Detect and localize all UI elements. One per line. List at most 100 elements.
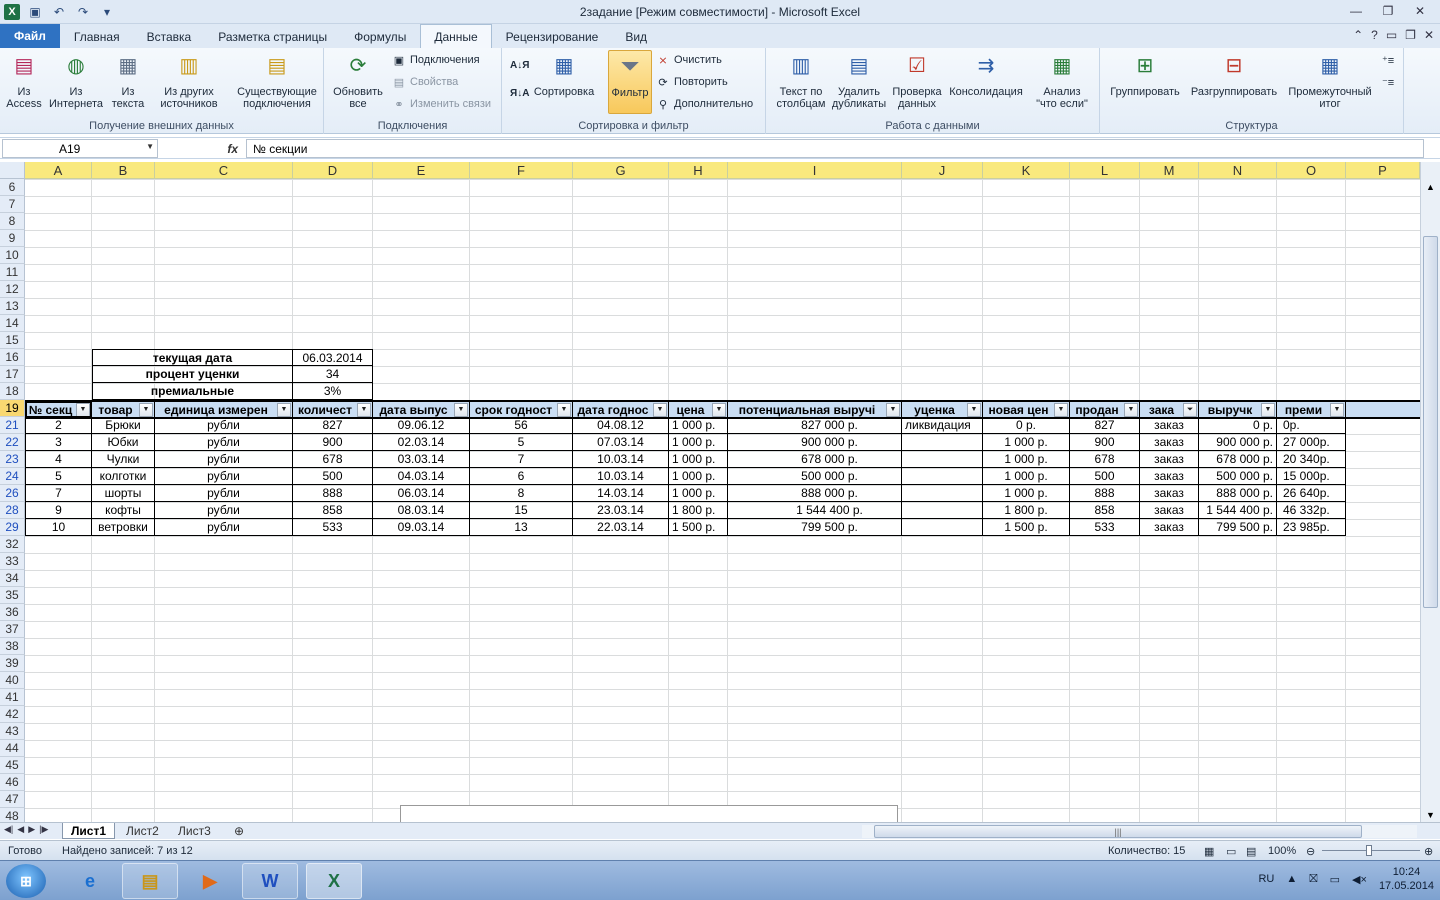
row-header[interactable]: 18 (0, 383, 25, 400)
table-cell[interactable]: 10.03.14 (573, 468, 669, 485)
table-cell[interactable]: 09.06.12 (373, 417, 470, 434)
param-value[interactable]: 3% (293, 383, 373, 400)
close-button[interactable]: ✕ (1406, 2, 1434, 20)
filter-dropdown-icon[interactable]: ▼ (1330, 402, 1344, 417)
scroll-down-icon[interactable]: ▼ (1426, 810, 1435, 820)
table-cell[interactable]: заказ (1140, 519, 1199, 536)
subtotal-button[interactable]: ▦ Промежуточный итог (1284, 50, 1376, 110)
table-cell[interactable]: 1 000 р. (983, 485, 1070, 502)
sheet-tab-2[interactable]: Лист2 (118, 823, 167, 839)
table-cell[interactable]: 07.03.14 (573, 434, 669, 451)
table-cell[interactable]: 678 000 р. (728, 451, 902, 468)
table-cell[interactable]: кофты (92, 502, 155, 519)
param-label[interactable]: премиальные (92, 383, 293, 400)
row-header[interactable]: 7 (0, 196, 25, 213)
column-header[interactable]: K (983, 162, 1070, 179)
tab-review[interactable]: Рецензирование (493, 25, 612, 48)
row-header[interactable]: 8 (0, 213, 25, 230)
table-header-cell[interactable]: выручк ▼ (1199, 402, 1277, 417)
row-header[interactable]: 29 (0, 519, 25, 536)
table-cell[interactable]: колготки (92, 468, 155, 485)
from-text-button[interactable]: ▦ Из текста (106, 50, 150, 110)
remove-duplicates-button[interactable]: ▤ Удалить дубликаты (828, 50, 890, 110)
table-cell[interactable]: 1 000 р. (669, 451, 728, 468)
table-cell[interactable]: 15 (470, 502, 573, 519)
param-label[interactable]: текущая дата (92, 349, 293, 366)
table-cell[interactable]: 08.03.14 (373, 502, 470, 519)
table-cell[interactable]: 3 (25, 434, 92, 451)
table-header-cell[interactable]: дата годнос ▼ (573, 402, 669, 417)
table-cell[interactable]: рубли (155, 485, 293, 502)
table-cell[interactable]: 5 (25, 468, 92, 485)
doc-close-icon[interactable]: ✕ (1424, 28, 1434, 42)
word-icon[interactable]: W (242, 863, 298, 899)
row-header[interactable]: 16 (0, 349, 25, 366)
table-cell[interactable]: 678 (293, 451, 373, 468)
table-cell[interactable]: ветровки (92, 519, 155, 536)
filter-dropdown-icon[interactable]: ▼ (653, 402, 667, 417)
last-sheet-icon[interactable]: |▶ (39, 824, 48, 835)
row-header[interactable]: 6 (0, 179, 25, 196)
filter-active-icon[interactable]: ⏷ (1183, 402, 1197, 417)
network-icon[interactable]: ⛝ (1309, 873, 1317, 886)
name-box[interactable]: A19 ▼ (2, 139, 158, 158)
filter-dropdown-icon[interactable]: ▼ (357, 402, 371, 417)
table-cell[interactable]: 26 640р. (1277, 485, 1346, 502)
tab-page-layout[interactable]: Разметка страницы (205, 25, 340, 48)
excel-taskbar-icon[interactable]: X (306, 863, 362, 899)
prev-sheet-icon[interactable]: ◀ (17, 824, 24, 835)
table-cell[interactable]: 0 р. (983, 417, 1070, 434)
table-cell[interactable] (902, 485, 983, 502)
table-cell[interactable]: 1 000 р. (983, 451, 1070, 468)
from-other-sources-button[interactable]: ▥ Из других источников (150, 50, 228, 110)
text-to-columns-button[interactable]: ▥ Текст по столбцам (770, 50, 832, 110)
table-cell[interactable]: 0 р. (1199, 417, 1277, 434)
table-cell[interactable]: 46 332р. (1277, 502, 1346, 519)
monitor-icon[interactable]: ▭ (1330, 873, 1340, 886)
column-header[interactable]: F (470, 162, 573, 179)
table-cell[interactable]: 1 544 400 р. (1199, 502, 1277, 519)
ie-icon[interactable]: e (62, 863, 118, 899)
table-cell[interactable]: 7 (470, 451, 573, 468)
table-cell[interactable]: 533 (293, 519, 373, 536)
column-header[interactable]: N (1199, 162, 1277, 179)
table-cell[interactable]: 1 800 р. (669, 502, 728, 519)
table-cell[interactable]: шорты (92, 485, 155, 502)
table-cell[interactable]: 500 000 р. (1199, 468, 1277, 485)
column-header[interactable]: H (669, 162, 728, 179)
row-header[interactable]: 44 (0, 740, 25, 757)
zoom-in-icon[interactable]: ⊕ (1424, 845, 1433, 858)
table-cell[interactable]: 888 (1070, 485, 1140, 502)
table-cell[interactable]: 13 (470, 519, 573, 536)
name-box-dropdown-icon[interactable]: ▼ (146, 142, 154, 151)
table-cell[interactable]: 827 (1070, 417, 1140, 434)
row-header[interactable]: 14 (0, 315, 25, 332)
language-indicator[interactable]: RU (1258, 873, 1274, 885)
table-cell[interactable]: 5 (470, 434, 573, 451)
page-layout-view-icon[interactable]: ▭ (1226, 845, 1236, 858)
table-cell[interactable]: 1 000 р. (669, 485, 728, 502)
tab-file[interactable]: Файл (0, 24, 60, 48)
row-header[interactable]: 46 (0, 774, 25, 791)
row-header[interactable]: 22 (0, 434, 25, 451)
row-header[interactable]: 43 (0, 723, 25, 740)
column-header[interactable]: P (1346, 162, 1420, 179)
table-cell[interactable]: 15 000р. (1277, 468, 1346, 485)
row-header[interactable]: 15 (0, 332, 25, 349)
table-cell[interactable]: ликвидация (902, 417, 983, 434)
media-player-icon[interactable]: ▶ (182, 863, 238, 899)
table-cell[interactable]: 9 (25, 502, 92, 519)
table-cell[interactable]: 06.03.14 (373, 485, 470, 502)
row-header[interactable]: 24 (0, 468, 25, 485)
zoom-slider-knob[interactable] (1366, 845, 1372, 856)
row-header[interactable]: 23 (0, 451, 25, 468)
from-access-button[interactable]: ▤ Из Access (4, 50, 44, 110)
tray-expand-icon[interactable]: ▲ (1286, 873, 1297, 885)
table-header-cell[interactable]: единица измерен ▼ (155, 402, 293, 417)
table-cell[interactable]: 1 000 р. (983, 434, 1070, 451)
filter-dropdown-icon[interactable]: ▼ (1054, 402, 1068, 417)
sheet-tab-3[interactable]: Лист3 (170, 823, 219, 839)
what-if-button[interactable]: ▦ Анализ "что если" (1028, 50, 1096, 110)
table-cell[interactable]: 2 (25, 417, 92, 434)
zoom-level[interactable]: 100% (1268, 845, 1296, 857)
